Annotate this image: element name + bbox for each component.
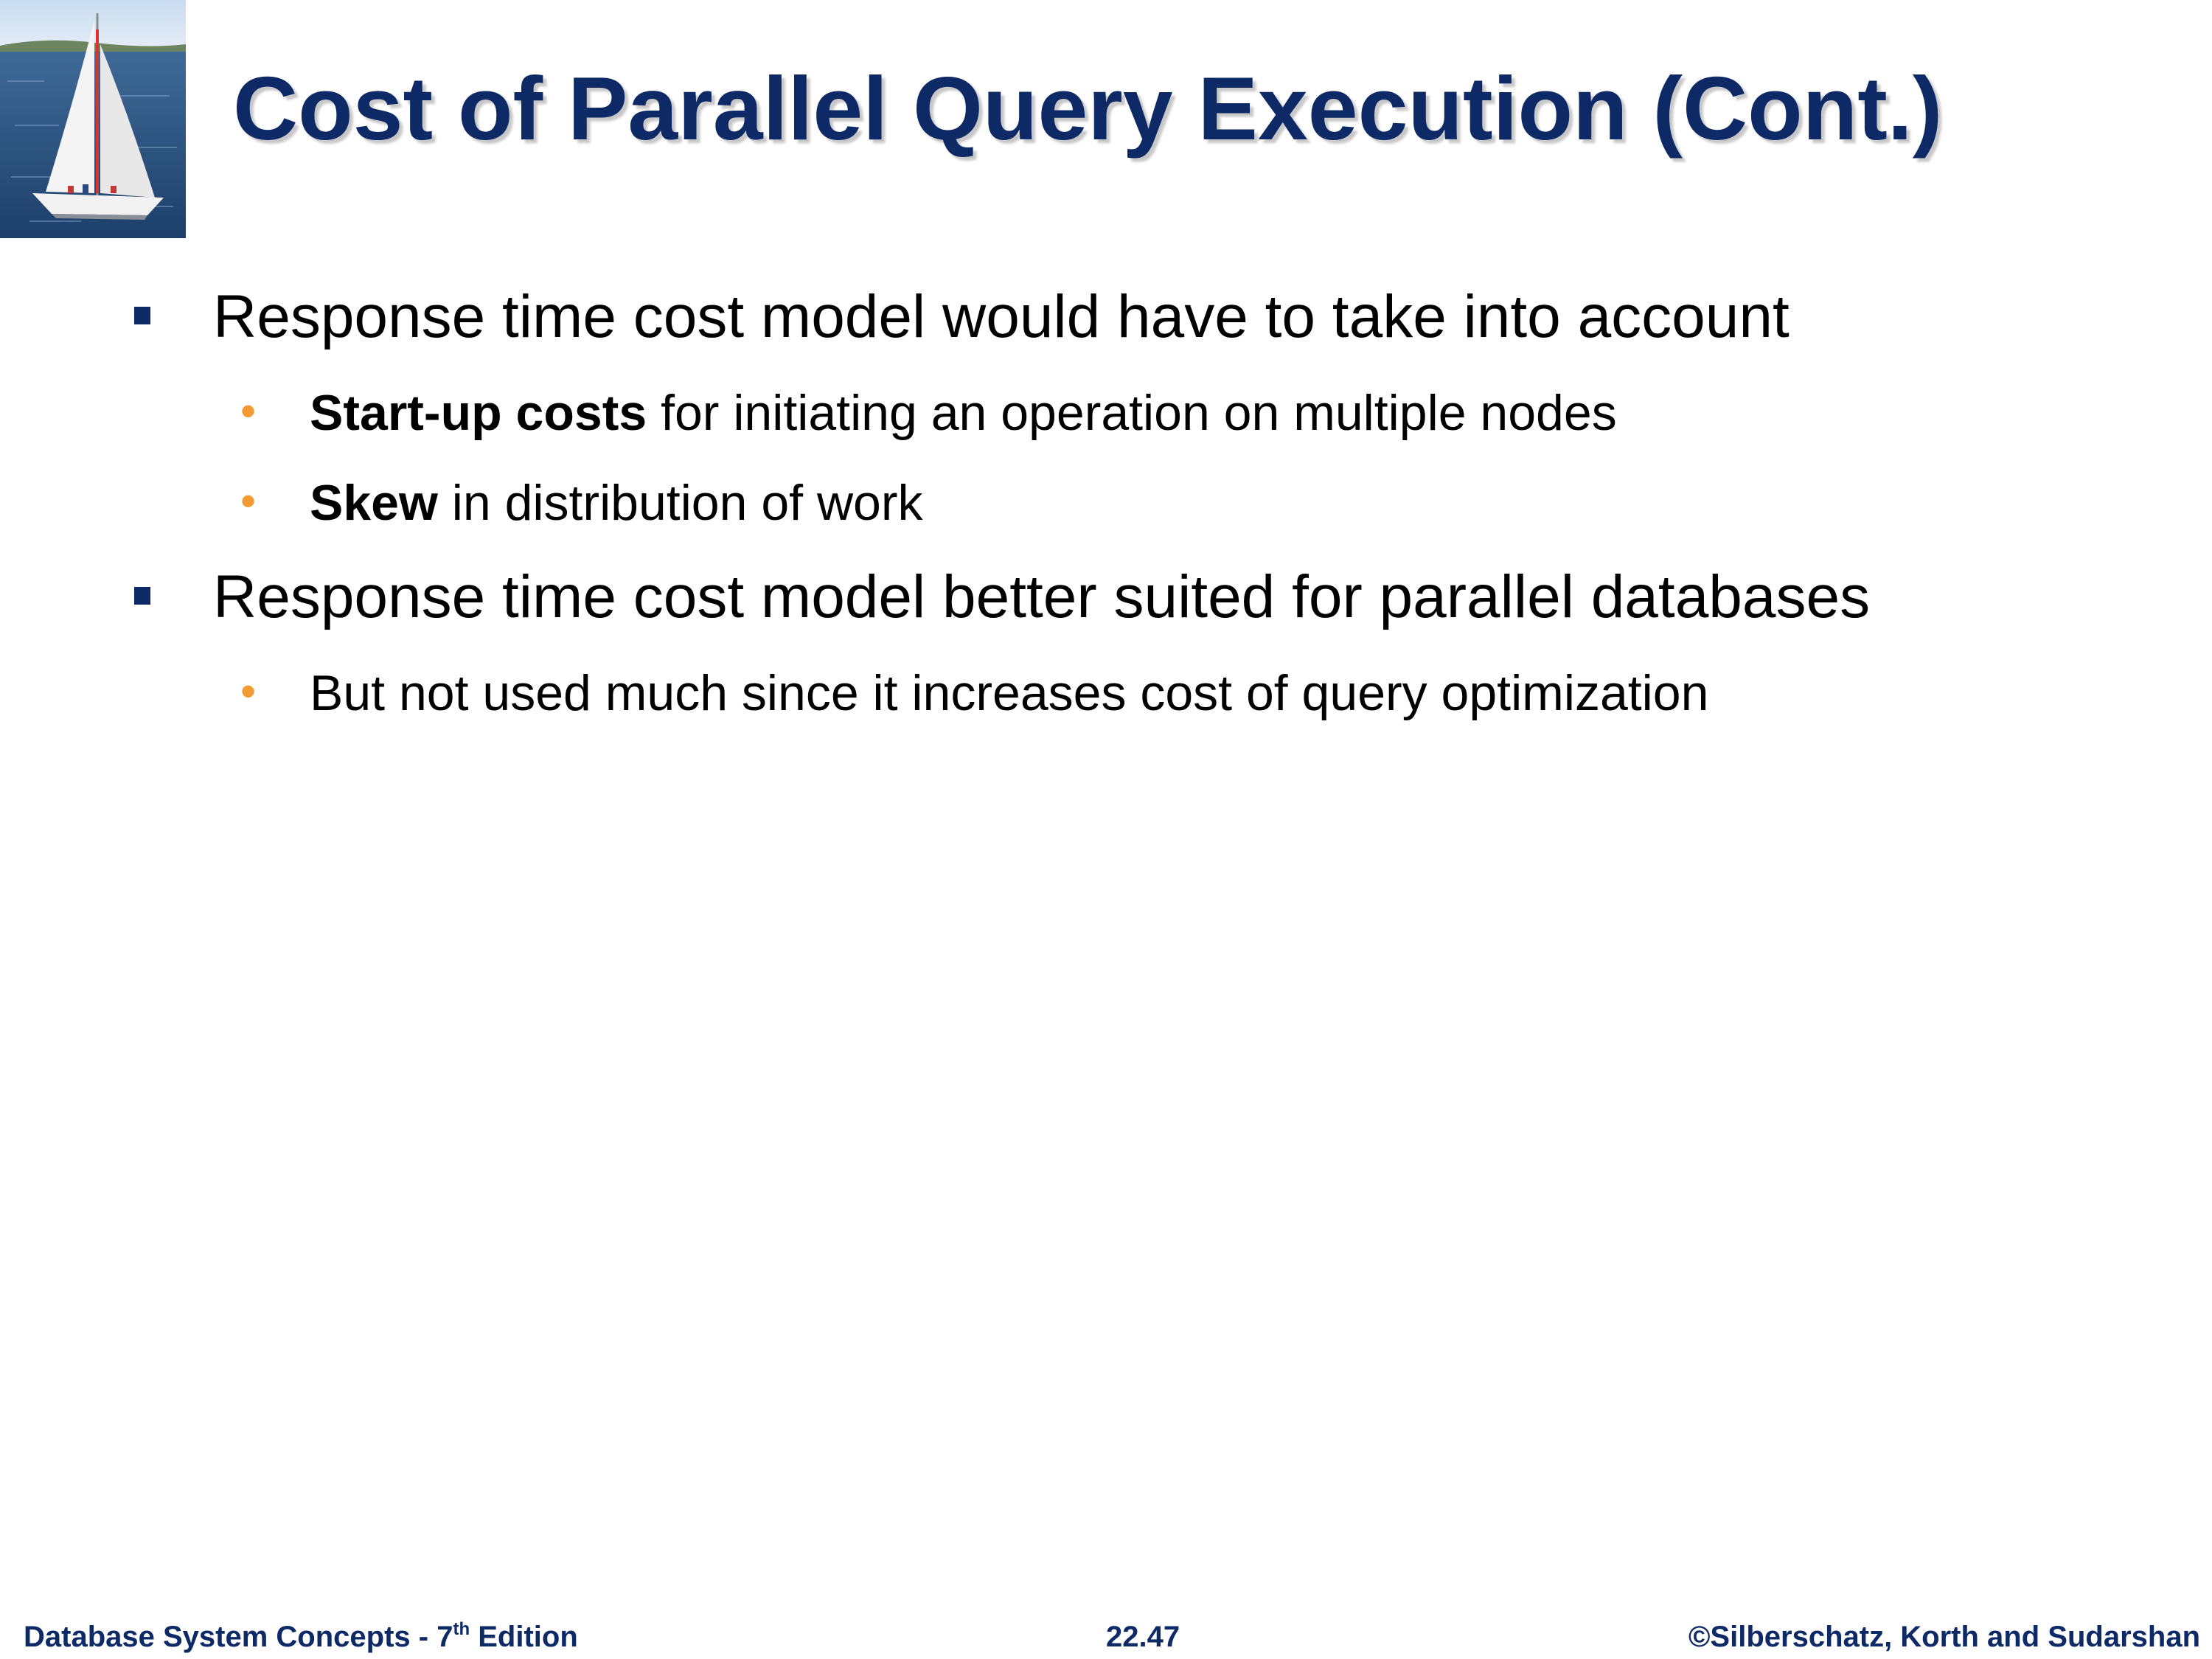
slide-title: Cost of Parallel Query Execution (Cont.) (233, 58, 1943, 159)
sub-bullet-bold-term: Skew (310, 475, 438, 531)
footer-edition-text: Edition (470, 1621, 578, 1653)
sub-bullet-item: Skew in distribution of work (310, 472, 923, 534)
footer-book-title: Database System Concepts - 7th Edition (24, 1618, 578, 1655)
bullet-item: Response time cost model would have to t… (213, 283, 1790, 350)
footer-edition-superscript: th (453, 1619, 470, 1639)
sub-bullet-bold-term: Start-up costs (310, 385, 647, 441)
sub-bullet-text: in distribution of work (437, 475, 923, 531)
dot-bullet-icon: • (240, 476, 257, 526)
sub-bullet-item: But not used much since it increases cos… (310, 665, 1709, 721)
square-bullet-icon (134, 307, 150, 324)
dot-bullet-icon: • (240, 386, 257, 436)
slide: Cost of Parallel Query Execution (Cont.)… (0, 0, 2212, 1659)
bullet-item: Response time cost model better suited f… (213, 563, 1871, 630)
footer-book-title-text: Database System Concepts - 7 (24, 1621, 453, 1653)
sub-bullet-text: for initiating an operation on multiple … (647, 385, 1617, 441)
dot-bullet-icon: • (240, 667, 257, 716)
sub-bullet-item: Start-up costs for initiating an operati… (310, 382, 1617, 444)
square-bullet-icon (134, 587, 150, 605)
footer-copyright: ©Silberschatz, Korth and Sudarshan (1688, 1621, 2200, 1653)
footer-page-number: 22.47 (1106, 1621, 1180, 1653)
sailboat-logo-icon (0, 0, 186, 238)
